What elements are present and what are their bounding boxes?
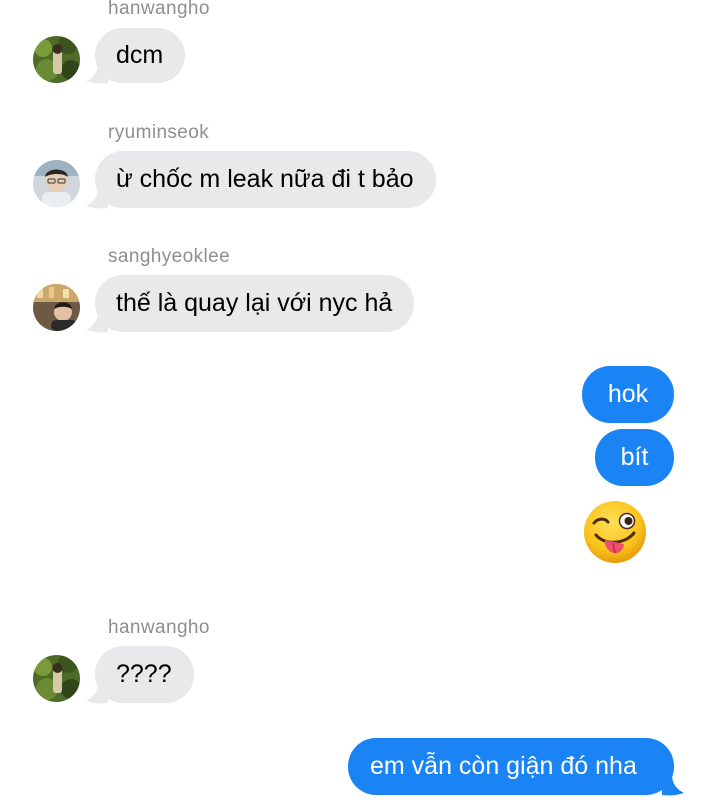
avatar[interactable] <box>33 284 80 331</box>
bubble-tail <box>662 775 684 796</box>
message-bubble[interactable]: thế là quay lại với nyc hả <box>95 275 415 332</box>
avatar-image-hanwangho <box>33 36 80 83</box>
message-bubble[interactable]: ừ chốc m leak nữa đi t bảo <box>95 151 436 208</box>
sender-name: hanwangho <box>108 0 210 19</box>
message-text: thế là quay lại với nyc hả <box>116 289 393 317</box>
bubble-tail <box>86 683 108 704</box>
sender-name: sanghyeoklee <box>108 246 231 267</box>
avatar-image-hanwangho <box>33 655 80 702</box>
bubble-tail <box>86 312 108 333</box>
message-text: bít <box>620 443 649 471</box>
avatar-image-ryuminseok <box>33 160 80 207</box>
avatar[interactable] <box>33 160 80 207</box>
message-bubble[interactable]: hok <box>582 366 674 423</box>
message-text: ừ chốc m leak nữa đi t bảo <box>116 165 414 193</box>
message-bubble[interactable]: dcm <box>95 28 186 83</box>
sender-name: ryuminseok <box>108 122 210 143</box>
avatar-image-sanghyeoklee <box>33 284 80 331</box>
message-text: em vẫn còn giận đó nha <box>370 752 637 780</box>
bubble-tail <box>86 188 108 209</box>
winking-face-with-tongue-icon[interactable] <box>582 499 648 565</box>
message-bubble[interactable]: bít <box>595 429 674 486</box>
message-bubble[interactable]: em vẫn còn giận đó nha <box>348 738 674 795</box>
message-text: dcm <box>116 41 164 69</box>
message-text: hok <box>607 380 649 408</box>
sender-name: hanwangho <box>108 617 210 638</box>
message-bubble[interactable]: ???? <box>95 646 194 703</box>
avatar[interactable] <box>33 655 80 702</box>
avatar[interactable] <box>33 36 80 83</box>
message-text: ???? <box>116 660 172 688</box>
bubble-tail <box>86 63 108 84</box>
